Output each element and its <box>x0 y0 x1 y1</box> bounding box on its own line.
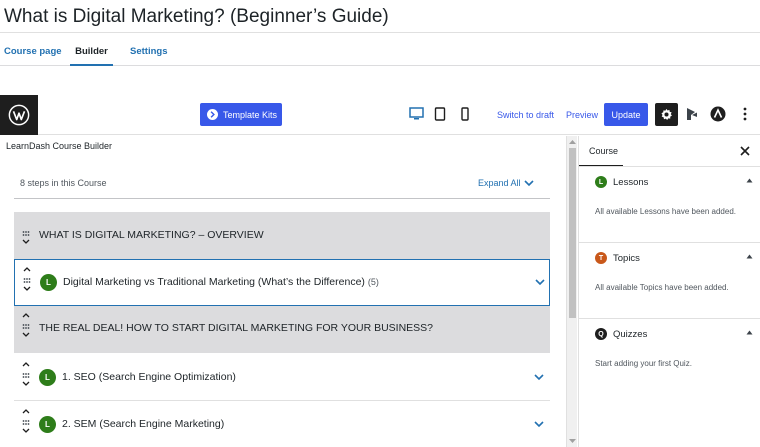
lesson-badge: L <box>39 369 56 386</box>
page-tabs: Course page Builder Settings <box>0 33 760 66</box>
expand-chevron-icon[interactable] <box>534 374 544 381</box>
lessons-panel: L Lessons All available Lessons have bee… <box>579 167 760 243</box>
tab-builder[interactable]: Builder <box>70 33 113 66</box>
builder-scrollbar[interactable] <box>566 136 577 447</box>
scroll-down-arrow-icon[interactable] <box>568 438 577 444</box>
course-builder: LearnDash Course Builder 8 steps in this… <box>0 136 566 447</box>
section-title: THE REAL DEAL! HOW TO START DIGITAL MARK… <box>39 322 434 334</box>
lessons-panel-title: Lessons <box>613 176 649 188</box>
lesson-badge: L <box>40 274 57 291</box>
lesson-title: Digital Marketing vs Traditional Marketi… <box>63 276 379 288</box>
chevron-down-icon <box>523 179 534 186</box>
caret-up-icon[interactable] <box>746 330 753 335</box>
section-row[interactable]: WHAT IS DIGITAL MARKETING? – OVERVIEW <box>14 212 550 259</box>
caret-up-icon[interactable] <box>746 178 753 183</box>
lesson-title: 2. SEM (Search Engine Marketing) <box>62 418 225 430</box>
tab-course-page[interactable]: Course page <box>4 33 62 66</box>
caret-up-icon[interactable] <box>746 254 753 259</box>
topics-panel-title: Topics <box>613 252 640 264</box>
astra-icon[interactable] <box>709 105 727 123</box>
lesson-row[interactable]: L 2. SEM (Search Engine Marketing) <box>14 401 550 447</box>
lesson-badge: L <box>39 416 56 433</box>
chevron-up-icon[interactable] <box>23 266 31 272</box>
gear-icon <box>661 108 672 121</box>
lesson-title-text: Digital Marketing vs Traditional Marketi… <box>63 276 365 288</box>
sidebar-tab-course[interactable]: Course <box>579 136 623 167</box>
scroll-up-arrow-icon[interactable] <box>568 139 577 145</box>
steps-count: 8 steps in this Course <box>20 178 107 188</box>
drag-handle[interactable] <box>21 361 31 387</box>
editor-toolbar: Template Kits Switch to draft Preview Up… <box>0 95 760 135</box>
section-row[interactable]: THE REAL DEAL! HOW TO START DIGITAL MARK… <box>14 306 550 353</box>
quizzes-panel: Q Quizzes Start adding your first Quiz. <box>579 319 760 395</box>
topics-panel: T Topics All available Topics have been … <box>579 243 760 319</box>
drag-handle[interactable] <box>21 312 31 338</box>
more-options-icon[interactable] <box>736 105 754 123</box>
chevron-down-icon[interactable] <box>22 428 30 434</box>
quizzes-panel-note: Start adding your first Quiz. <box>595 359 692 368</box>
chevron-up-icon[interactable] <box>22 312 30 318</box>
update-button[interactable]: Update <box>604 103 648 126</box>
expand-all-label: Expand All <box>478 178 521 188</box>
course-sidebar: Course L Lessons All available Lessons h… <box>578 136 760 447</box>
chevron-up-icon[interactable] <box>22 408 30 414</box>
steps-divider <box>14 198 550 199</box>
topics-badge: T <box>595 252 607 264</box>
page-title: What is Digital Marketing? (Beginner’s G… <box>4 6 389 27</box>
drag-handle[interactable] <box>22 266 32 292</box>
lessons-panel-header[interactable]: L Lessons <box>595 167 648 197</box>
chevron-up-icon[interactable] <box>22 361 30 367</box>
switch-to-draft-link[interactable]: Switch to draft <box>497 110 554 120</box>
desktop-icon[interactable] <box>409 107 424 126</box>
tab-settings[interactable]: Settings <box>130 33 167 66</box>
chevron-down-icon[interactable] <box>22 239 30 245</box>
topics-panel-header[interactable]: T Topics <box>595 243 640 273</box>
lesson-step-count: (5) <box>367 277 379 287</box>
drag-dots-icon <box>22 324 30 329</box>
astra-play-icon[interactable] <box>683 105 701 123</box>
lessons-panel-note: All available Lessons have been added. <box>595 207 736 216</box>
drag-dots-icon <box>22 373 30 378</box>
tablet-icon[interactable] <box>434 107 446 126</box>
drag-handle[interactable] <box>21 231 31 245</box>
chevron-down-icon[interactable] <box>22 381 30 387</box>
drag-dots-icon <box>23 278 31 283</box>
expand-all-button[interactable]: Expand All <box>478 178 534 188</box>
lesson-row[interactable]: L 1. SEO (Search Engine Optimization) <box>14 353 550 401</box>
drag-handle[interactable] <box>21 408 31 434</box>
section-title: WHAT IS DIGITAL MARKETING? – OVERVIEW <box>39 229 264 241</box>
lesson-title: 1. SEO (Search Engine Optimization) <box>62 371 236 383</box>
chevron-down-icon[interactable] <box>22 332 30 338</box>
drag-dots-icon <box>22 420 30 425</box>
scroll-thumb[interactable] <box>569 148 576 318</box>
template-kits-icon <box>207 109 218 120</box>
preview-link[interactable]: Preview <box>566 110 598 120</box>
wordpress-icon <box>8 104 30 126</box>
lessons-badge: L <box>595 176 607 188</box>
quizzes-panel-header[interactable]: Q Quizzes <box>595 319 647 349</box>
mobile-icon[interactable] <box>460 107 470 126</box>
quizzes-panel-title: Quizzes <box>613 328 648 340</box>
builder-title: LearnDash Course Builder <box>6 141 113 151</box>
expand-chevron-icon[interactable] <box>534 421 544 428</box>
lesson-row[interactable]: L Digital Marketing vs Traditional Marke… <box>14 259 550 306</box>
close-icon[interactable] <box>739 145 751 157</box>
expand-chevron-icon[interactable] <box>535 279 545 286</box>
chevron-down-icon[interactable] <box>23 286 31 292</box>
drag-dots-icon <box>22 231 30 236</box>
quizzes-badge: Q <box>595 328 607 340</box>
settings-button[interactable] <box>655 103 678 126</box>
template-kits-button[interactable]: Template Kits <box>200 103 282 126</box>
wordpress-logo-button[interactable] <box>0 95 38 135</box>
topics-panel-note: All available Topics have been added. <box>595 283 729 292</box>
template-kits-label: Template Kits <box>223 109 278 120</box>
